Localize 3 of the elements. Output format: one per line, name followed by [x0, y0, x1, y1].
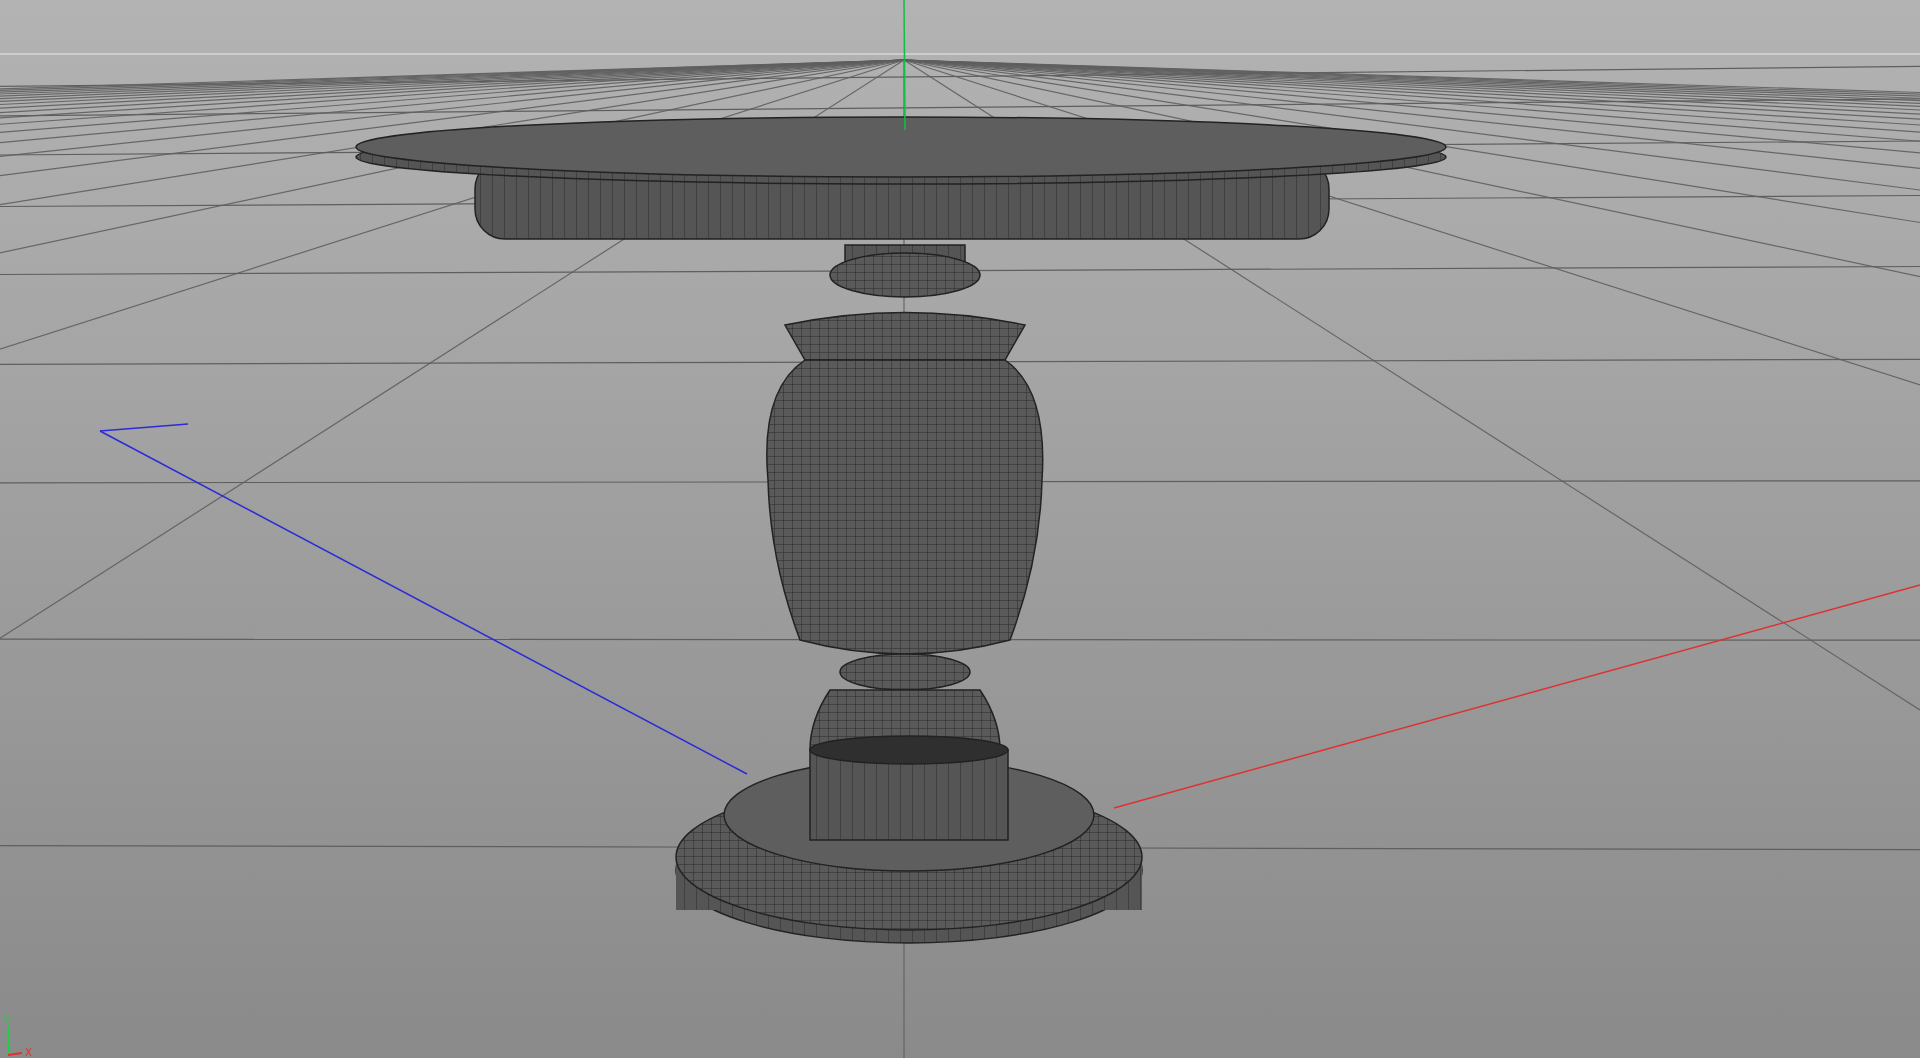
- axis-gizmo-drawing: [7, 1024, 23, 1056]
- x-axis-label: X: [25, 1047, 32, 1058]
- y-axis-label: Y: [4, 1015, 11, 1026]
